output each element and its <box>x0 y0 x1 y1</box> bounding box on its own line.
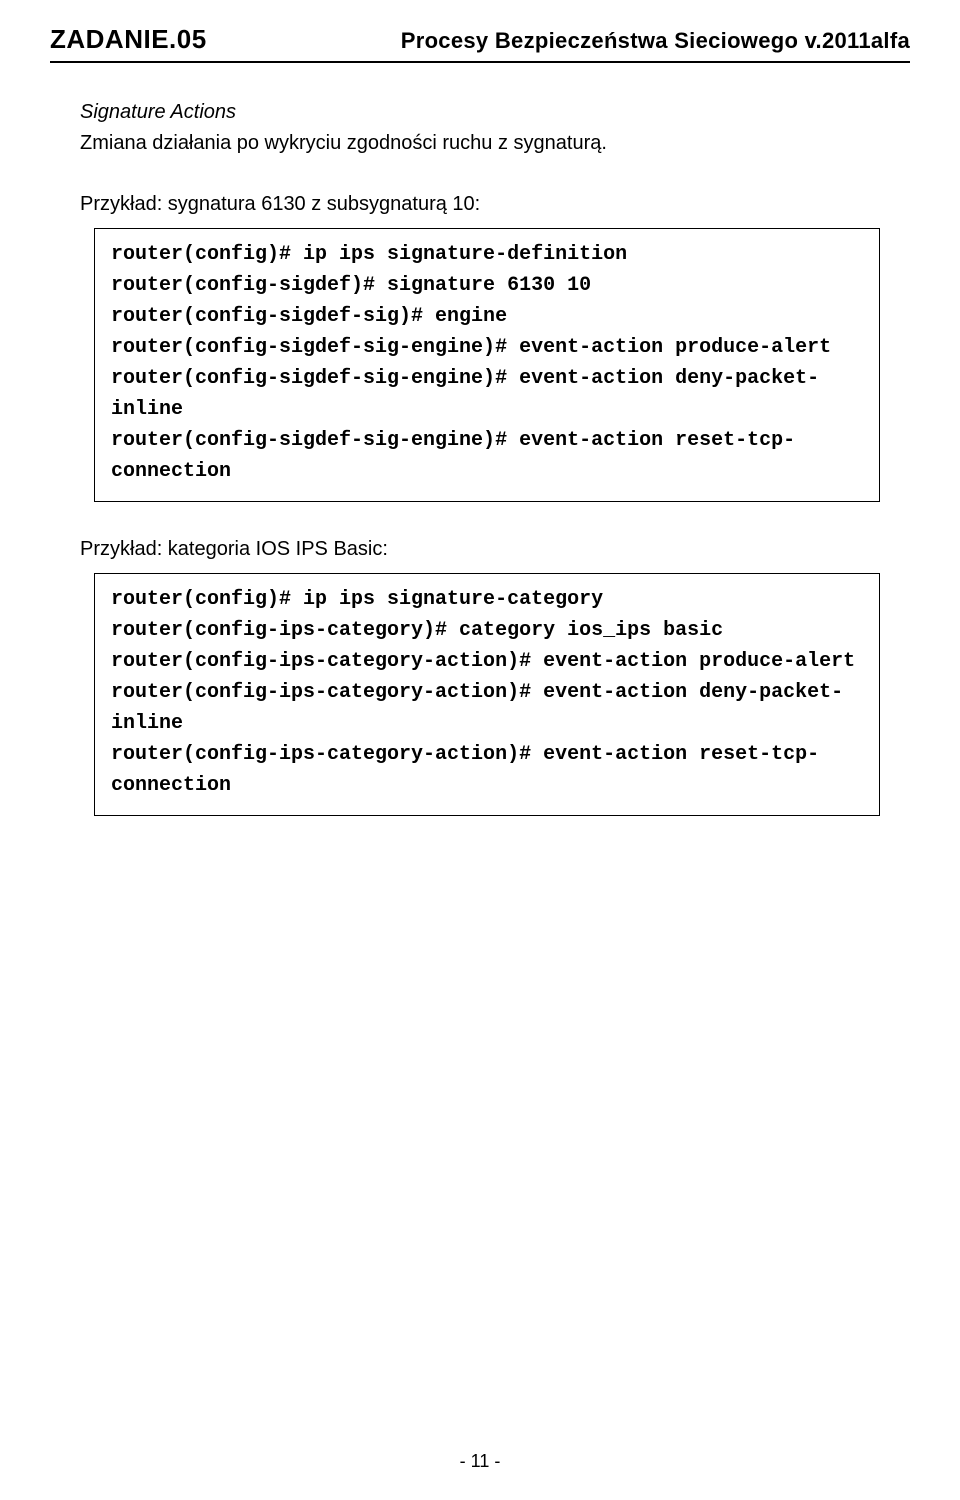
code-line: router(config-ips-category-action)# even… <box>111 646 863 677</box>
header-right: Procesy Bezpieczeństwa Sieciowego v.2011… <box>401 24 910 55</box>
example1-codebox: router(config)# ip ips signature-definit… <box>94 228 880 502</box>
page-header: ZADANIE.05 Procesy Bezpieczeństwa Siecio… <box>0 0 960 61</box>
code-line: router(config-ips-category-action)# even… <box>111 677 863 739</box>
intro-line: Zmiana działania po wykryciu zgodności r… <box>80 128 880 159</box>
header-left: ZADANIE.05 <box>50 24 207 55</box>
code-line: router(config-ips-category-action)# even… <box>111 739 863 801</box>
code-line: router(config-sigdef-sig-engine)# event-… <box>111 332 863 363</box>
page-footer: - 11 - <box>0 1451 960 1472</box>
example2-codebox: router(config)# ip ips signature-categor… <box>94 573 880 816</box>
intro-title: Signature Actions <box>80 97 880 128</box>
code-line: router(config)# ip ips signature-definit… <box>111 239 863 270</box>
code-line: router(config)# ip ips signature-categor… <box>111 584 863 615</box>
code-line: router(config-ips-category)# category io… <box>111 615 863 646</box>
intro-block: Signature Actions Zmiana działania po wy… <box>80 97 880 159</box>
example1-heading: Przykład: sygnatura 6130 z subsygnaturą … <box>80 189 880 220</box>
code-line: router(config-sigdef-sig)# engine <box>111 301 863 332</box>
page-content: Signature Actions Zmiana działania po wy… <box>0 63 960 816</box>
example2-heading: Przykład: kategoria IOS IPS Basic: <box>80 534 880 565</box>
code-line: router(config-sigdef-sig-engine)# event-… <box>111 425 863 487</box>
code-line: router(config-sigdef)# signature 6130 10 <box>111 270 863 301</box>
code-line: router(config-sigdef-sig-engine)# event-… <box>111 363 863 425</box>
